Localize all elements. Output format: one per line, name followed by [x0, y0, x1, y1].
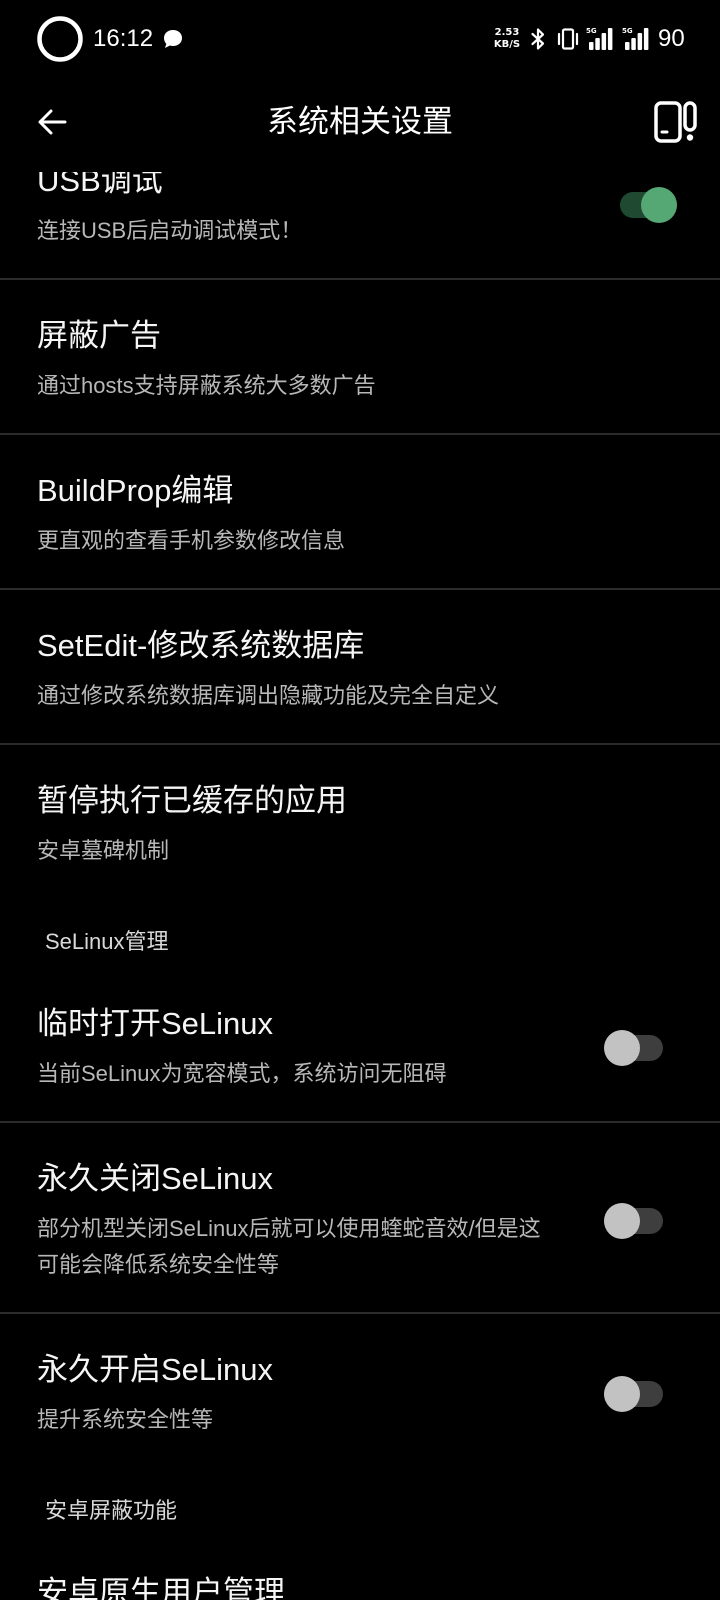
- setting-title: 临时打开SeLinux: [37, 1006, 274, 1041]
- setting-item-native-user-management[interactable]: 安卓原生用户管理: [0, 1537, 720, 1600]
- setting-subtitle: 安卓墓碑机制: [37, 838, 170, 863]
- setting-item-block-ads[interactable]: 屏蔽广告 通过hosts支持屏蔽系统大多数广告: [0, 280, 720, 435]
- battery-level: 90: [658, 25, 685, 52]
- setting-text: SetEdit-修改系统数据库 通过修改系统数据库调出隐藏功能及完全自定义: [37, 626, 720, 714]
- setting-item-permanently-enable-selinux[interactable]: 永久开启SeLinux 提升系统安全性等: [0, 1314, 720, 1466]
- setting-text: 屏蔽广告 通过hosts支持屏蔽系统大多数广告: [37, 316, 720, 404]
- setting-item-setedit[interactable]: SetEdit-修改系统数据库 通过修改系统数据库调出隐藏功能及完全自定义: [0, 590, 720, 745]
- section-header-android-block: 安卓屏蔽功能: [45, 1498, 178, 1523]
- setting-subtitle-line: 可能会降低系统安全性等: [37, 1252, 280, 1277]
- setting-item-permanently-disable-selinux[interactable]: 永久关闭SeLinux 部分机型关闭SeLinux后就可以使用蝰蛇音效/但是这 …: [0, 1123, 720, 1314]
- status-time: 16:12: [93, 25, 154, 52]
- setting-subtitle: 更直观的查看手机参数修改信息: [37, 528, 346, 553]
- usb-debugging-switch[interactable]: [620, 187, 677, 223]
- permanently-disable-selinux-switch[interactable]: [604, 1203, 663, 1239]
- settings-list[interactable]: USB调试 连接USB后启动调试模式！ 屏蔽广告 通过hosts支持屏蔽系统大多…: [0, 0, 720, 1600]
- network-speed-indicator: 2.53 KB/S: [492, 27, 522, 51]
- setting-title: 暂停执行已缓存的应用: [37, 783, 347, 818]
- setting-title: 永久关闭SeLinux: [37, 1161, 274, 1196]
- app-bar: 系统相关设置: [0, 80, 720, 172]
- setting-item-suspend-cached-apps[interactable]: 暂停执行已缓存的应用 安卓墓碑机制: [0, 745, 720, 897]
- setting-subtitle-line: 部分机型关闭SeLinux后就可以使用蝰蛇音效/但是这: [37, 1216, 541, 1241]
- device-info-button[interactable]: [652, 100, 700, 146]
- setting-item-temp-enable-selinux[interactable]: 临时打开SeLinux 当前SeLinux为宽容模式，系统访问无阻碍: [0, 968, 720, 1123]
- setting-subtitle: 部分机型关闭SeLinux后就可以使用蝰蛇音效/但是这 可能会降低系统安全性等: [37, 1211, 584, 1283]
- setting-title: BuildProp编辑: [37, 473, 234, 508]
- setting-subtitle: 连接USB后启动调试模式！: [37, 218, 303, 243]
- bluetooth-icon: [531, 28, 545, 50]
- page-title: 系统相关设置: [267, 104, 453, 139]
- setting-text: USB调试 连接USB后启动调试模式！: [37, 161, 600, 249]
- status-bar: 16:12 2.53 KB/S 5G 5G 90: [0, 0, 720, 80]
- setting-text: 暂停执行已缓存的应用 安卓墓碑机制: [37, 781, 720, 869]
- setting-text: BuildProp编辑 更直观的查看手机参数修改信息: [37, 471, 720, 559]
- ring-status-icon: [37, 16, 83, 62]
- chat-bubble-icon: [164, 30, 182, 48]
- permanently-enable-selinux-switch[interactable]: [604, 1376, 663, 1412]
- vibrate-icon: [557, 28, 579, 50]
- setting-title: 安卓原生用户管理: [37, 1575, 285, 1600]
- setting-subtitle: 当前SeLinux为宽容模式，系统访问无阻碍: [37, 1061, 447, 1086]
- setting-subtitle: 通过hosts支持屏蔽系统大多数广告: [37, 373, 376, 398]
- setting-item-buildprop-editor[interactable]: BuildProp编辑 更直观的查看手机参数修改信息: [0, 435, 720, 590]
- switch-thumb: [604, 1030, 640, 1066]
- setting-title: SetEdit-修改系统数据库: [37, 628, 365, 663]
- sim1-network-type: 5G: [586, 27, 597, 35]
- setting-text: 永久开启SeLinux 提升系统安全性等: [37, 1350, 584, 1438]
- device-info-icon: [654, 101, 697, 143]
- system-settings-screen: 16:12 2.53 KB/S 5G 5G 90 系统相关设置 USB调试 连接…: [0, 0, 720, 1600]
- setting-title: 屏蔽广告: [37, 318, 161, 353]
- switch-thumb: [604, 1376, 640, 1412]
- setting-subtitle: 提升系统安全性等: [37, 1407, 214, 1432]
- setting-subtitle: 通过修改系统数据库调出隐藏功能及完全自定义: [37, 683, 500, 708]
- setting-title: 永久开启SeLinux: [37, 1352, 274, 1387]
- switch-thumb: [604, 1203, 640, 1239]
- network-speed-value: 2.53: [494, 27, 520, 38]
- signal-strength-icon-sim2: 5G: [622, 27, 650, 51]
- network-speed-unit: KB/S: [493, 39, 521, 50]
- setting-text: 永久关闭SeLinux 部分机型关闭SeLinux后就可以使用蝰蛇音效/但是这 …: [37, 1159, 584, 1283]
- setting-text: 安卓原生用户管理: [37, 1573, 720, 1600]
- section-header-selinux: SeLinux管理: [45, 929, 169, 954]
- setting-text: 临时打开SeLinux 当前SeLinux为宽容模式，系统访问无阻碍: [37, 1004, 584, 1092]
- signal-strength-icon-sim1: 5G: [586, 27, 614, 51]
- switch-thumb: [641, 187, 677, 223]
- top-bar: 16:12 2.53 KB/S 5G 5G 90 系统相关设置: [0, 0, 720, 172]
- sim2-network-type: 5G: [622, 27, 633, 35]
- temp-enable-selinux-switch[interactable]: [604, 1030, 663, 1066]
